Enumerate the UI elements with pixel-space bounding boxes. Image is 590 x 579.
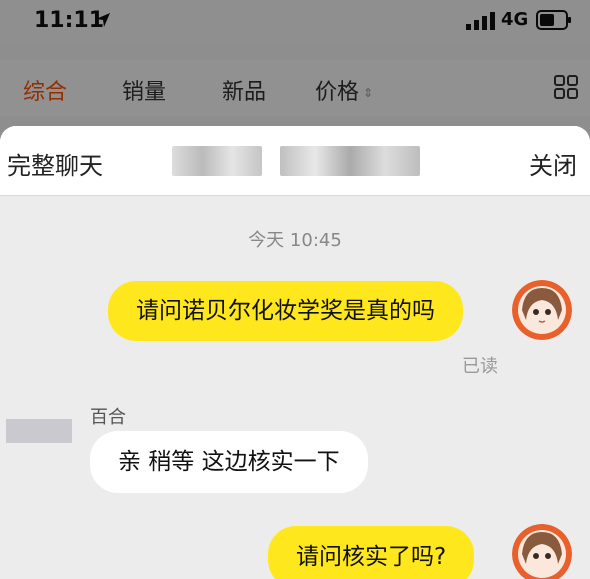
blurred-shop-name — [172, 146, 262, 176]
close-button[interactable]: 关闭 — [529, 146, 577, 181]
outgoing-message-1[interactable]: 请问诺贝尔化妆学奖是真的吗 — [108, 281, 463, 341]
sender-name: 百合 — [90, 407, 126, 428]
outgoing-message-2[interactable]: 请问核实了吗? — [268, 526, 475, 579]
incoming-message-1[interactable]: 亲 稍等 这边核实一下 — [90, 431, 368, 493]
sheet-header: 完整聊天 关闭 — [0, 126, 590, 196]
user-avatar — [512, 280, 572, 340]
user-avatar-2 — [512, 524, 572, 579]
blurred-shop-name-2 — [280, 146, 420, 176]
message-timestamp: 今天 10:45 — [248, 230, 342, 251]
chat-sheet: 完整聊天 关闭 今天 10:45 请问诺贝尔化妆学奖是真的吗 已读 百合 亲 稍… — [0, 126, 590, 579]
read-receipt: 已读 — [462, 356, 498, 377]
sheet-title: 完整聊天 — [7, 152, 103, 180]
blurred-sender-avatar — [6, 419, 72, 443]
